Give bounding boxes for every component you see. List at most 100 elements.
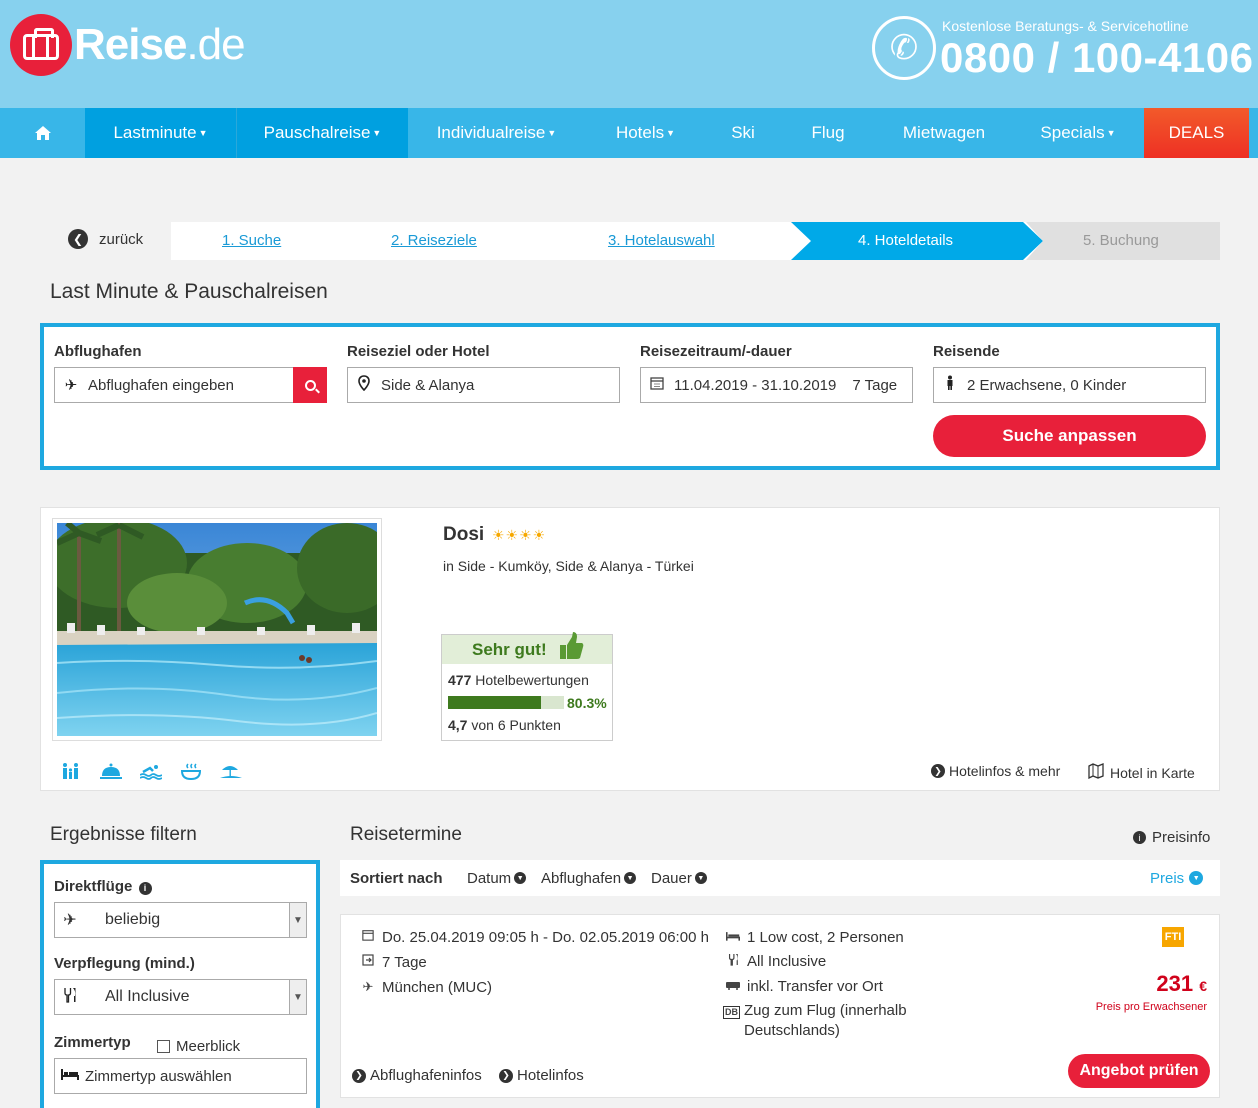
adjust-search-button[interactable]: Suche anpassen: [933, 415, 1206, 457]
sort-option-label: Datum: [467, 869, 512, 887]
travellers-input[interactable]: 2 Erwachsene, 0 Kinder: [933, 367, 1206, 403]
sort-option-label: Dauer: [651, 869, 692, 887]
step-link[interactable]: 2. Reiseziele: [391, 232, 477, 249]
train-badge: DB: [723, 1006, 740, 1019]
filter-panel: Direktflüge i ✈ beliebig ▼ Verpflegung (…: [40, 860, 320, 1108]
results-title: Reisetermine: [350, 824, 462, 845]
offer-price-currency: €: [1199, 978, 1207, 994]
sort-date[interactable]: Datum ▼: [467, 869, 527, 887]
chevron-right-icon: ❯: [931, 764, 945, 778]
nav-label: DEALS: [1168, 123, 1225, 142]
hotel-location: in Side - Kumköy, Side & Alanya - Türkei: [443, 558, 694, 574]
phone-icon: ✆: [872, 16, 936, 80]
room-service-icon: [100, 762, 122, 785]
hotline-number[interactable]: 0800 / 100-4106: [940, 34, 1253, 82]
nav-hotels[interactable]: Hotels ▼: [585, 108, 706, 158]
plane-icon: ✈: [63, 912, 77, 929]
caret-down-icon: ▼: [198, 128, 208, 138]
site-logo[interactable]: Reise.de: [10, 14, 246, 76]
hotel-photo[interactable]: [52, 518, 382, 741]
bed-icon: [723, 929, 743, 946]
offer-transfer-text: inkl. Transfer vor Ort: [747, 978, 883, 995]
board-label: Verpflegung (mind.): [54, 955, 195, 972]
reviews-count: 477: [448, 672, 472, 688]
chevron-right-icon: ❯: [352, 1068, 366, 1083]
caret-down-icon: ▼: [372, 128, 382, 138]
destination-input[interactable]: Side & Alanya: [347, 367, 620, 403]
nav-mietwagen[interactable]: Mietwagen: [876, 108, 1012, 158]
rating-label: Sehr gut!: [472, 639, 547, 659]
direct-flights-select[interactable]: ✈ beliebig ▼: [54, 902, 307, 938]
board-select[interactable]: All Inclusive ▼: [54, 979, 307, 1015]
sort-airport[interactable]: Abflughafen ▼: [541, 870, 637, 887]
nav-lastminute[interactable]: Lastminute ▼: [85, 108, 236, 158]
calendar-icon: [358, 929, 378, 946]
checkbox-box[interactable]: [157, 1040, 170, 1053]
step-link[interactable]: 3. Hotelauswahl: [608, 232, 715, 249]
plane-icon: ✈: [64, 377, 78, 394]
back-label: zurück: [99, 230, 144, 248]
chevron-down-icon: ▼: [694, 872, 707, 884]
offer-hotel-info-link[interactable]: ❯ Hotelinfos: [499, 1067, 584, 1084]
offer-transfer: inkl. Transfer vor Ort: [723, 978, 883, 995]
nav-home[interactable]: [0, 108, 85, 158]
sort-price[interactable]: Preis ▼: [1150, 870, 1204, 887]
caret-down-icon: ▼: [666, 128, 676, 138]
nav-flug[interactable]: Flug: [780, 108, 876, 158]
airport-info-link[interactable]: ❯ Abflughafeninfos: [352, 1067, 482, 1084]
step-search[interactable]: 1. Suche: [222, 222, 281, 260]
seaview-checkbox[interactable]: Meerblick: [157, 1038, 240, 1055]
info-icon[interactable]: i: [138, 881, 152, 895]
offer-board-text: All Inclusive: [747, 953, 827, 970]
calendar-icon: [648, 376, 666, 394]
departure-input[interactable]: ✈ Abflughafen eingeben: [54, 367, 327, 403]
back-link[interactable]: ❮ zurück: [68, 229, 143, 249]
nav-label: Lastminute: [113, 123, 197, 142]
main-nav: Lastminute ▼ Pauschalreise ▼ Individualrei…: [0, 108, 1258, 158]
nav-ski[interactable]: Ski: [706, 108, 780, 158]
recommendation-bar: [448, 696, 564, 709]
hotel-stars: ☀☀☀☀: [492, 527, 547, 543]
price-info-link[interactable]: i Preisinfo: [1133, 829, 1210, 846]
caret-down-icon: ▼: [1106, 128, 1116, 138]
bed-icon: [55, 1067, 85, 1085]
swimming-icon: [139, 762, 163, 785]
suitcase-icon: [10, 14, 72, 76]
period-input[interactable]: 11.04.2019 - 31.10.2019 7 Tage: [640, 367, 913, 403]
sort-duration[interactable]: Dauer ▼: [651, 870, 707, 887]
search-button[interactable]: [293, 367, 327, 403]
info-icon: i: [1133, 831, 1146, 844]
offer-price-value: 231: [1156, 971, 1194, 996]
spa-icon: [180, 762, 202, 785]
nav-deals[interactable]: DEALS: [1144, 108, 1249, 158]
offer-airport-text: München (MUC): [382, 979, 493, 996]
direct-flights-value: beliebig: [105, 911, 161, 928]
hotel-info-link[interactable]: ❯ Hotelinfos & mehr: [931, 763, 1060, 779]
hotel-map-link[interactable]: Hotel in Karte: [1088, 763, 1195, 782]
offer-duration: 7 Tage: [358, 954, 427, 971]
check-offer-button[interactable]: Angebot prüfen: [1068, 1054, 1210, 1088]
travellers-value: 2 Erwachsene, 0 Kinder: [967, 376, 1127, 394]
chevron-down-icon: ▼: [624, 872, 637, 884]
offer-airport: ✈ München (MUC): [358, 979, 492, 996]
nav-label: Hotels: [615, 123, 665, 142]
step-hotel-selection[interactable]: 3. Hotelauswahl: [608, 222, 715, 260]
step-link[interactable]: 1. Suche: [222, 232, 281, 249]
nav-pauschalreise[interactable]: Pauschalreise ▼: [236, 108, 408, 158]
offer-hotel-info-label: Hotelinfos: [517, 1067, 584, 1084]
sort-label: Sortiert nach: [350, 869, 443, 887]
nav-specials[interactable]: Specials ▼: [1012, 108, 1144, 158]
nav-individualreise[interactable]: Individualreise ▼: [408, 108, 585, 158]
step-destinations[interactable]: 2. Reiseziele: [391, 222, 477, 260]
sort-bar: Sortiert nach Datum ▼ Abflughafen ▼ Dauer ▼…: [340, 860, 1220, 896]
offer-dates: Do. 25.04.2019 09:05 h - Do. 02.05.2019 …: [358, 929, 709, 946]
offer-board: All Inclusive: [723, 953, 826, 970]
room-type-select[interactable]: Zimmertyp auswählen: [54, 1058, 307, 1094]
cutlery-icon: [55, 987, 85, 1008]
search-icon: [304, 379, 316, 391]
booking-steps: 1. Suche 2. Reiseziele 3. Hotelauswahl 4…: [171, 222, 1220, 260]
home-icon: [34, 126, 51, 140]
step-hotel-details: 4. Hoteldetails: [858, 232, 954, 249]
map-pin-icon: [355, 375, 373, 395]
bus-icon: [723, 978, 743, 995]
